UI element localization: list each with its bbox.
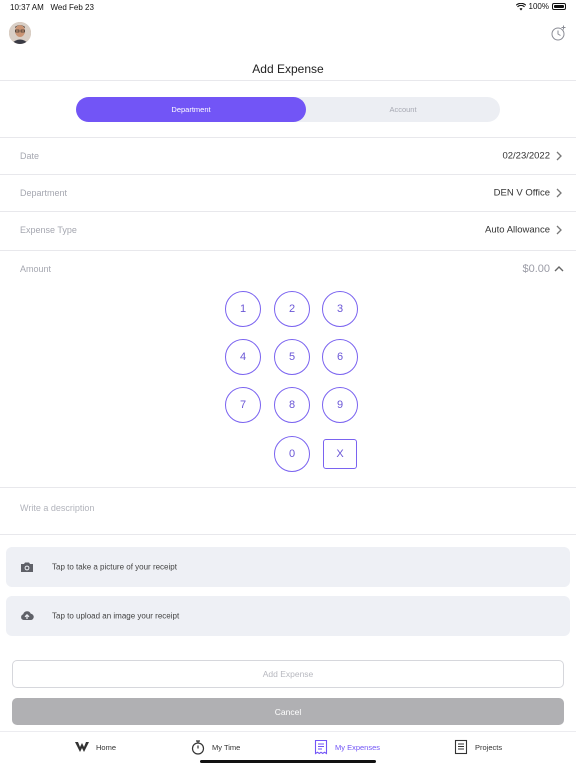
chevron-right-icon (556, 225, 562, 235)
tab-my-expenses[interactable]: My Expenses (313, 738, 380, 756)
department-label: Department (20, 188, 68, 198)
department-row[interactable]: Department DEN V Office (0, 175, 576, 211)
upload-image-label: Tap to upload an image your receipt (52, 611, 180, 621)
add-expense-button[interactable]: Add Expense (12, 660, 564, 688)
add-alarm-icon[interactable] (550, 24, 568, 42)
key-8[interactable]: 8 (274, 387, 310, 423)
expense-type-row[interactable]: Expense Type Auto Allowance (0, 212, 576, 248)
segment-department[interactable]: Department (76, 97, 306, 122)
cloud-upload-icon (21, 611, 34, 621)
expense-type-value: Auto Allowance (485, 224, 550, 236)
divider (0, 80, 576, 81)
battery-percent: 100% (528, 2, 549, 11)
page-title: Add Expense (252, 62, 324, 76)
chevron-right-icon (556, 151, 562, 161)
tab-projects-label: Projects (475, 742, 503, 752)
key-4[interactable]: 4 (225, 339, 261, 375)
upload-image-button[interactable]: Tap to upload an image your receipt (6, 596, 570, 636)
chevron-up-icon (554, 266, 564, 272)
segment-account[interactable]: Account (306, 97, 500, 122)
chevron-right-icon (556, 188, 562, 198)
key-9[interactable]: 9 (322, 387, 358, 423)
key-2[interactable]: 2 (274, 291, 310, 327)
tab-my-expenses-label: My Expenses (335, 742, 381, 752)
key-6[interactable]: 6 (322, 339, 358, 375)
key-3[interactable]: 3 (322, 291, 358, 327)
date-label: Date (20, 151, 40, 161)
logo-icon (75, 742, 89, 752)
description-input[interactable]: Write a description (20, 503, 94, 513)
tab-my-time-label: My Time (212, 742, 241, 752)
key-7[interactable]: 7 (225, 387, 261, 423)
tab-projects[interactable]: Projects (453, 738, 502, 756)
key-1[interactable]: 1 (225, 291, 261, 327)
key-5[interactable]: 5 (274, 339, 310, 375)
divider (0, 534, 576, 535)
cancel-button[interactable]: Cancel (12, 698, 564, 725)
segmented-control: Department Account (76, 97, 500, 122)
home-indicator (200, 760, 376, 763)
status-bar: 10:37 AM Wed Feb 23 100% (0, 0, 576, 14)
tab-home[interactable]: Home (74, 738, 116, 756)
amount-label: Amount (20, 264, 52, 274)
date-row[interactable]: Date 02/23/2022 (0, 138, 576, 174)
status-time: 10:37 AM Wed Feb 23 (10, 3, 94, 12)
amount-value: $0.00 (522, 263, 550, 275)
expense-type-label: Expense Type (20, 225, 77, 235)
stopwatch-icon (191, 740, 205, 755)
avatar-image (9, 22, 31, 44)
tab-my-time[interactable]: My Time (190, 738, 240, 756)
camera-icon (21, 562, 33, 572)
avatar[interactable] (9, 22, 31, 44)
receipt-icon (314, 739, 328, 755)
status-indicators: 100% (515, 2, 566, 11)
department-value: DEN V Office (493, 187, 550, 199)
battery-icon (552, 3, 566, 10)
key-0[interactable]: 0 (274, 436, 310, 472)
date-value: 02/23/2022 (502, 150, 550, 162)
tab-home-label: Home (96, 742, 117, 752)
take-photo-button[interactable]: Tap to take a picture of your receipt (6, 547, 570, 587)
document-icon (454, 739, 468, 755)
wifi-icon (515, 2, 526, 10)
amount-row[interactable]: Amount $0.00 (0, 251, 576, 287)
take-photo-label: Tap to take a picture of your receipt (52, 562, 177, 572)
divider (0, 487, 576, 488)
key-clear[interactable]: X (323, 439, 357, 469)
